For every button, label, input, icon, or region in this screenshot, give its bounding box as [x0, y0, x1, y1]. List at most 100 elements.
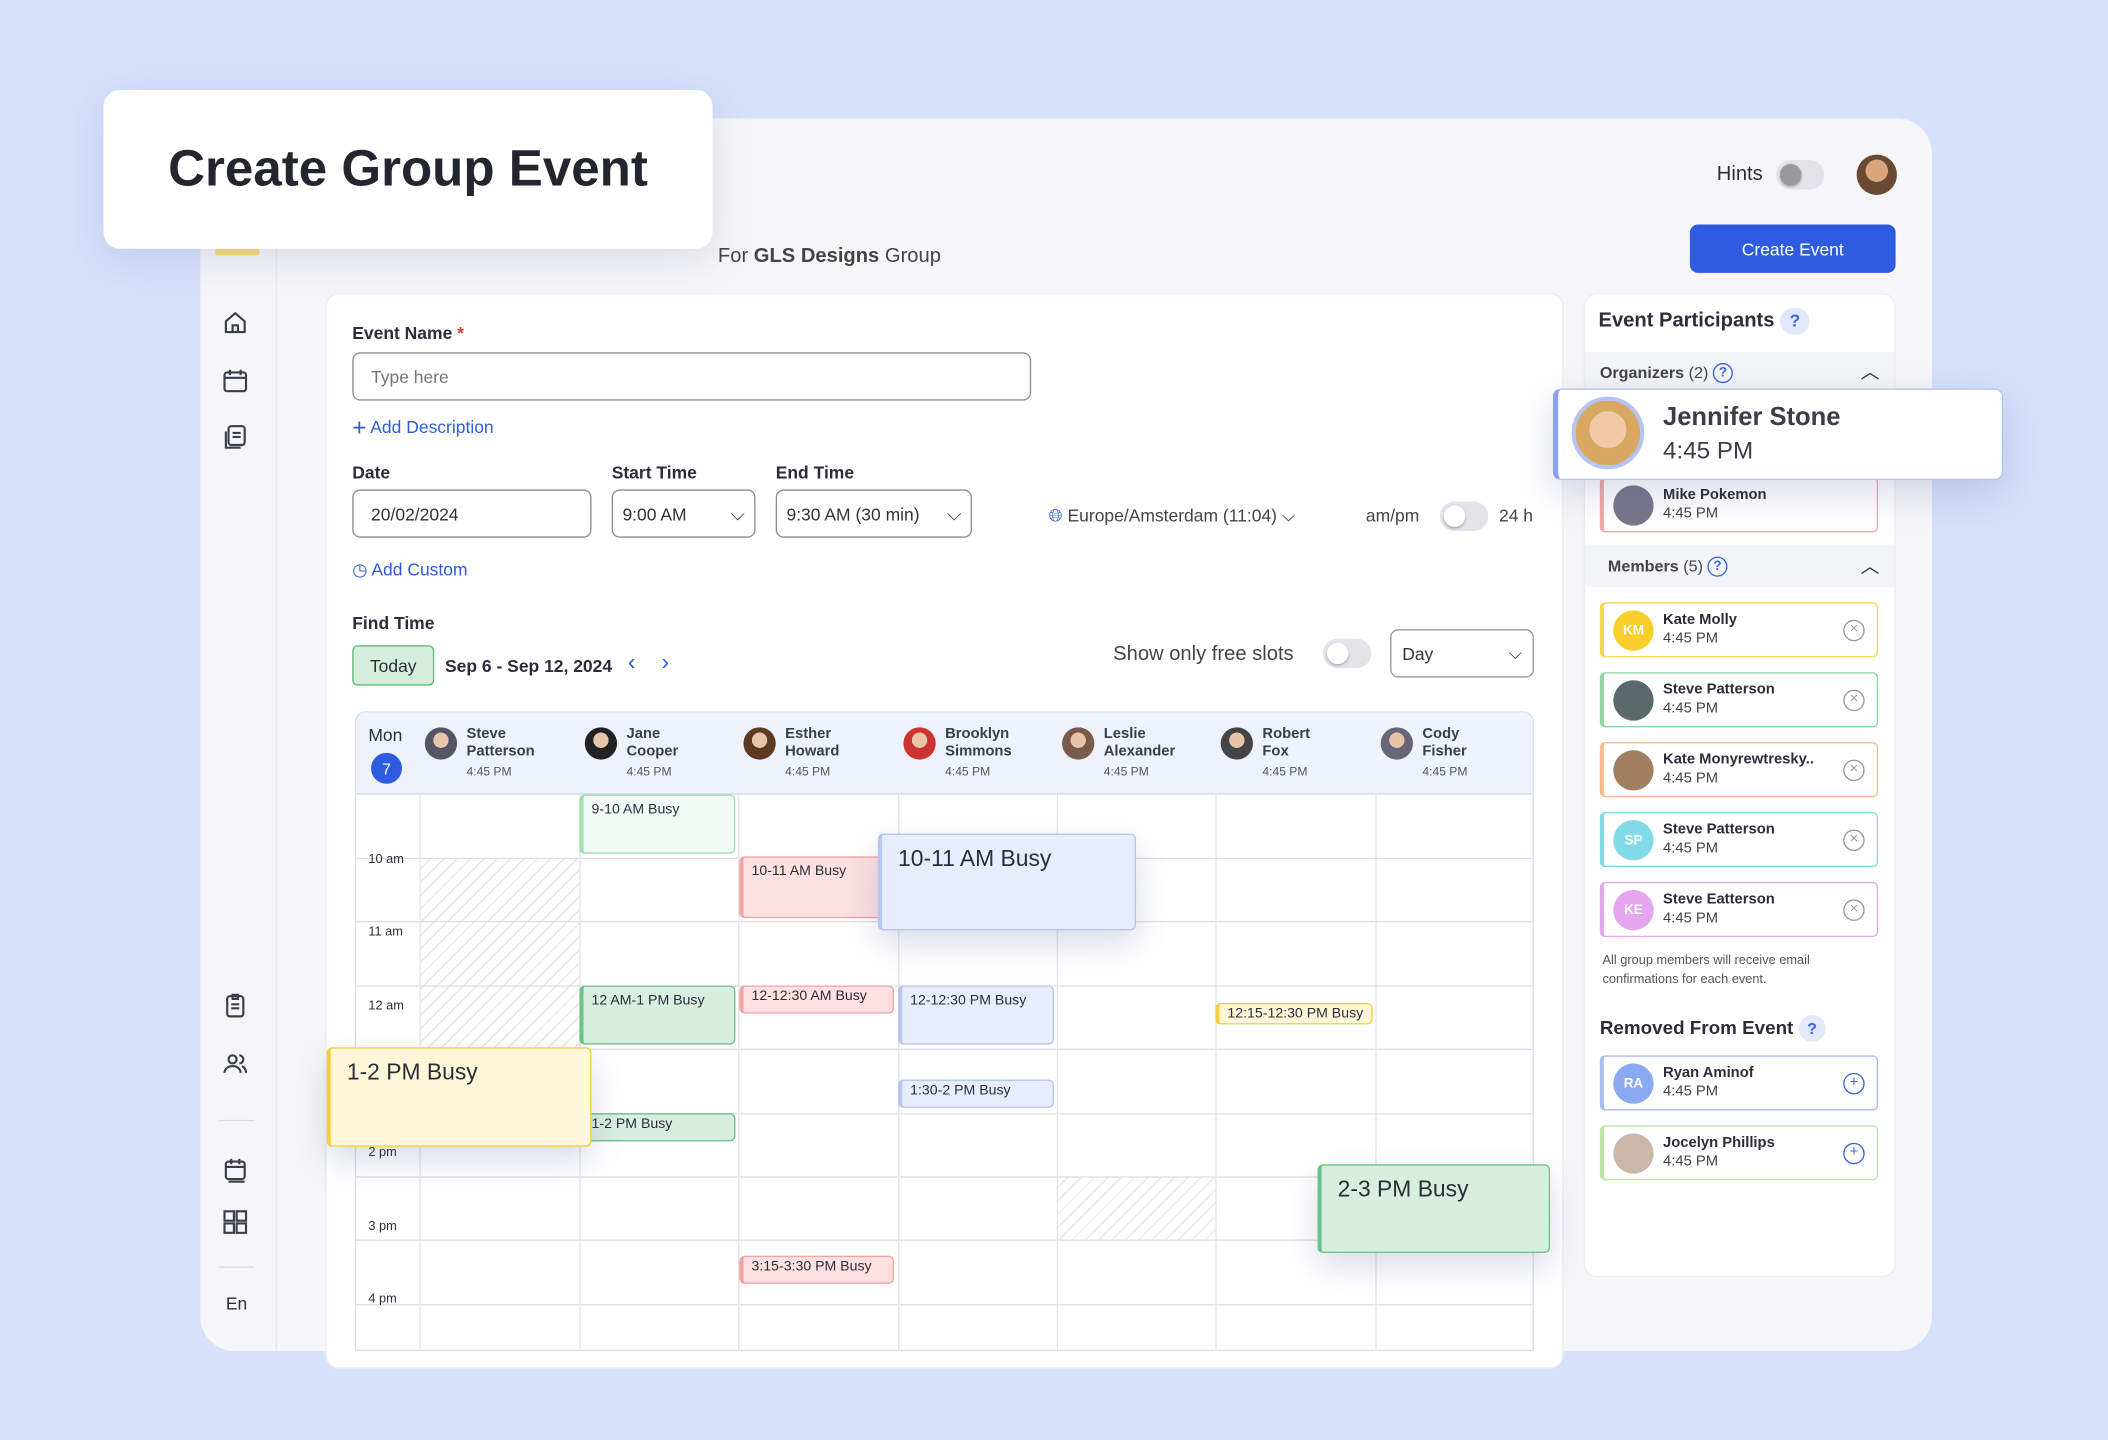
participant-time: 4:45 PM — [945, 764, 991, 779]
collapse-organizers-icon[interactable]: ︿ — [1861, 358, 1880, 385]
time-format-toggle[interactable] — [1439, 501, 1489, 532]
hints-toggle[interactable] — [1775, 159, 1825, 190]
users-icon[interactable] — [222, 1050, 249, 1077]
participant-card[interactable]: Mike Pokemon 4:45 PM — [1599, 477, 1879, 533]
remove-participant-icon[interactable]: × — [1843, 899, 1865, 921]
day-number-badge: 7 — [371, 752, 402, 784]
unavailable-slot — [1056, 1176, 1217, 1240]
participant-first-name: Leslie — [1103, 725, 1146, 743]
grid-icon[interactable] — [222, 1209, 249, 1236]
collapse-members-icon[interactable]: ︿ — [1861, 553, 1880, 580]
remove-participant-icon[interactable]: × — [1843, 829, 1865, 852]
home-icon[interactable] — [222, 309, 249, 336]
event-name-input[interactable] — [352, 352, 1032, 401]
calendar-stack-icon[interactable] — [222, 1156, 249, 1183]
avatar: RA — [1613, 1063, 1654, 1104]
email-note: All group members will receive email con… — [1602, 953, 1810, 987]
busy-event[interactable]: 3:15-3:30 PM Busy — [739, 1255, 895, 1284]
participants-title-text: Event Participants — [1598, 309, 1775, 333]
participant-card[interactable]: Kate Monyrewtresky.. 4:45 PM × — [1599, 742, 1879, 798]
help-icon[interactable]: ? — [1707, 557, 1728, 578]
removed-title-text: Removed From Event — [1599, 1016, 1794, 1038]
participant-last-name: Alexander — [1103, 743, 1176, 760]
busy-event[interactable]: 1:30-2 PM Busy — [898, 1079, 1055, 1108]
hour-label: 2 pm — [368, 1145, 397, 1161]
calendar-header: Mon 7 Steve Patterson 4:45 PM Jane Cooper 4:4… — [356, 712, 1533, 795]
participant-time: 4:45 PM — [1663, 840, 1719, 857]
participant-avatar — [1062, 727, 1095, 760]
participant-name: Kate Monyrewtresky.. — [1663, 751, 1814, 768]
timezone-value: Europe/Amsterdam (11:04) — [1067, 505, 1278, 526]
add-participant-icon[interactable]: + — [1843, 1142, 1865, 1165]
avatar — [1613, 750, 1654, 791]
view-select[interactable]: Day ⌵ — [1390, 629, 1534, 678]
participant-time: 4:45 PM — [785, 764, 831, 779]
busy-event[interactable]: 12-12:30 AM Busy — [739, 985, 895, 1014]
documents-icon[interactable] — [222, 423, 249, 450]
find-time-label: Find Time — [352, 613, 435, 634]
start-time-select[interactable]: 9:00 AM ⌵ — [611, 489, 756, 538]
timezone-select[interactable]: 🌐︎ Europe/Amsterdam (11:04) ⌵ — [1049, 505, 1296, 527]
participant-avatar — [1380, 727, 1413, 760]
participant-name: Jocelyn Phillips — [1663, 1134, 1775, 1151]
organizers-label: Organizers (2) ? — [1599, 362, 1734, 384]
create-event-button[interactable]: Create Event — [1689, 224, 1896, 273]
participant-time: 4:45 PM — [626, 764, 672, 779]
free-slots-toggle[interactable] — [1322, 638, 1372, 669]
help-icon[interactable]: ? — [1798, 1015, 1826, 1042]
add-custom-link[interactable]: ◷ Add Custom — [352, 559, 467, 581]
remove-participant-icon[interactable]: × — [1843, 619, 1865, 642]
participant-name: Ryan Aminof — [1663, 1064, 1754, 1081]
busy-event[interactable]: 1-2 PM Busy — [579, 1113, 736, 1142]
participant-first-name: Esther — [785, 725, 832, 743]
busy-event[interactable]: 10-11 AM Busy — [877, 833, 1137, 931]
participant-name: Steve Eatterson — [1663, 891, 1775, 908]
participant-first-name: Brooklyn — [945, 725, 1010, 743]
members-count: (5) — [1683, 556, 1703, 576]
help-icon[interactable]: ? — [1780, 307, 1810, 335]
participant-card[interactable]: Steve Patterson 4:45 PM × — [1599, 672, 1879, 728]
remove-participant-icon[interactable]: × — [1843, 689, 1865, 712]
busy-event[interactable]: 1-2 PM Busy — [326, 1047, 592, 1147]
participant-name: Jennifer Stone — [1663, 403, 1841, 432]
participant-time: 4:45 PM — [1422, 764, 1468, 779]
avatar: KM — [1613, 610, 1654, 651]
calendar-icon[interactable] — [222, 367, 249, 394]
avatar — [1613, 680, 1654, 721]
prev-week-button[interactable]: ‹ — [628, 649, 636, 676]
language-switcher[interactable]: En — [226, 1293, 247, 1313]
today-button[interactable]: Today — [352, 645, 435, 686]
avatar: SP — [1613, 820, 1654, 861]
busy-event[interactable]: 12 AM-1 PM Busy — [579, 985, 736, 1045]
participant-name: Steve Patterson — [1663, 821, 1775, 838]
participant-card[interactable]: RA Ryan Aminof 4:45 PM + — [1599, 1055, 1879, 1111]
hints-label: Hints — [1716, 162, 1763, 186]
remove-participant-icon[interactable]: × — [1843, 759, 1865, 782]
add-participant-icon[interactable]: + — [1843, 1072, 1865, 1095]
participant-card[interactable]: Jocelyn Phillips 4:45 PM + — [1599, 1125, 1879, 1181]
sidebar-divider — [219, 1119, 255, 1122]
column-line — [1215, 794, 1217, 1350]
organizers-label-text: Organizers — [1599, 362, 1685, 382]
unavailable-slot — [419, 857, 580, 1049]
chevron-down-icon: ⌵ — [946, 502, 962, 524]
hour-label: 11 am — [368, 924, 403, 940]
participant-card[interactable]: KE Steve Eatterson 4:45 PM × — [1599, 881, 1879, 938]
busy-event[interactable]: 9-10 AM Busy — [579, 794, 736, 854]
busy-event[interactable]: 2-3 PM Busy — [1317, 1164, 1551, 1253]
add-description-link[interactable]: + Add Description — [352, 414, 493, 442]
participant-card[interactable]: KM Kate Molly 4:45 PM × — [1599, 602, 1879, 658]
date-input[interactable]: 20/02/2024 — [352, 489, 592, 538]
next-week-button[interactable]: › — [661, 649, 669, 676]
dragged-organizer-card[interactable]: Jennifer Stone 4:45 PM — [1552, 388, 2004, 480]
clipboard-icon[interactable] — [222, 992, 249, 1019]
busy-event[interactable]: 12-12:30 PM Busy — [898, 985, 1055, 1045]
user-avatar[interactable] — [1856, 154, 1897, 195]
busy-event[interactable]: 12:15-12:30 PM Busy — [1215, 1002, 1373, 1025]
start-time-label: Start Time — [611, 462, 697, 483]
end-time-select[interactable]: 9:30 AM (30 min) ⌵ — [775, 489, 973, 538]
participant-card[interactable]: SP Steve Patterson 4:45 PM × — [1599, 812, 1879, 868]
help-icon[interactable]: ? — [1712, 363, 1734, 384]
busy-event[interactable]: 10-11 AM Busy — [739, 856, 895, 919]
hour-label: 4 pm — [368, 1291, 397, 1307]
